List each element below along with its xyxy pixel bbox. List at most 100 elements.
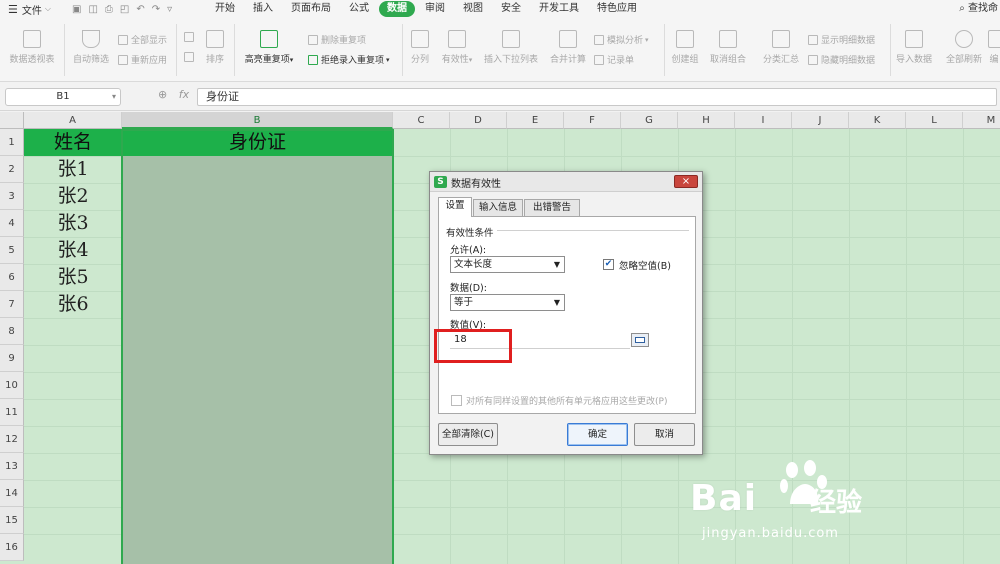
close-button[interactable]: × (674, 175, 698, 188)
sort-descending-button[interactable] (184, 52, 197, 62)
row-header-2[interactable]: 2 (0, 156, 24, 183)
row-header-5[interactable]: 5 (0, 237, 24, 264)
ignore-blank-checkbox[interactable]: ✔ (603, 259, 614, 270)
row-header-4[interactable]: 4 (0, 210, 24, 237)
what-if-analysis-label: 模拟分析 (607, 36, 644, 46)
zoom-icon[interactable]: ⊕ (158, 88, 167, 101)
cell-a5[interactable]: 张4 (24, 237, 122, 264)
fx-icon[interactable]: fx (179, 88, 189, 101)
ok-button[interactable]: 确定 (567, 423, 628, 446)
remove-duplicates-button[interactable]: 删除重复项 (308, 33, 366, 46)
column-header-e[interactable]: E (507, 112, 564, 129)
formula-input[interactable]: 身份证 (197, 88, 997, 106)
tab-input-message[interactable]: 输入信息 (473, 199, 523, 216)
column-header-i[interactable]: I (735, 112, 792, 129)
row-header-12[interactable]: 12 (0, 426, 24, 453)
row-header-3[interactable]: 3 (0, 183, 24, 210)
reapply-button[interactable]: 重新应用 (118, 53, 167, 66)
tab-formulas[interactable]: 公式 (341, 1, 377, 17)
consolidate-button[interactable]: 合并计算 (548, 30, 588, 65)
range-select-button[interactable] (631, 333, 649, 347)
name-box[interactable]: B1 ▾ (5, 88, 121, 106)
subtotal-button[interactable]: 分类汇总 (760, 30, 802, 65)
tab-security[interactable]: 安全 (493, 1, 529, 17)
insert-dropdown-list-button[interactable]: 插入下拉列表 (482, 30, 540, 65)
column-header-m[interactable]: M (963, 112, 1000, 129)
record-sheet-button[interactable]: 记录单 (594, 53, 634, 66)
data-operator-select[interactable]: 等于 ▼ (450, 294, 565, 311)
reject-duplicates-button[interactable]: 拒绝录入重复项 ▾ (308, 53, 390, 66)
row-header-10[interactable]: 10 (0, 372, 24, 399)
clear-all-button[interactable]: 全部清除(C) (438, 423, 498, 446)
refresh-all-button[interactable]: 全部刷新 (940, 30, 988, 65)
tab-home[interactable]: 开始 (207, 1, 243, 17)
dialog-titlebar[interactable]: S 数据有效性 × (430, 172, 702, 192)
tab-developer[interactable]: 开发工具 (531, 1, 587, 17)
tab-page-layout[interactable]: 页面布局 (283, 1, 339, 17)
row-header-16[interactable]: 16 (0, 534, 24, 561)
select-all-corner[interactable] (0, 112, 24, 129)
pivot-table-button[interactable]: 数据透视表 (6, 30, 58, 65)
edit-links-button[interactable]: 编 (988, 30, 1000, 65)
row-header-1[interactable]: 1 (0, 129, 24, 156)
tab-review[interactable]: 审阅 (417, 1, 453, 17)
tab-error-alert[interactable]: 出错警告 (524, 199, 580, 216)
cell-a6[interactable]: 张5 (24, 264, 122, 291)
tab-insert[interactable]: 插入 (245, 1, 281, 17)
what-if-analysis-button[interactable]: 模拟分析 ▾ (594, 33, 649, 46)
export-pdf-icon[interactable]: ◫ (88, 4, 97, 15)
autofilter-button[interactable]: 自动筛选 (70, 30, 112, 65)
apply-all-checkbox[interactable] (451, 395, 462, 406)
print-icon[interactable]: ⎙ (105, 4, 113, 15)
row-header-15[interactable]: 15 (0, 507, 24, 534)
create-group-button[interactable]: 创建组 (668, 30, 702, 65)
row-header-14[interactable]: 14 (0, 480, 24, 507)
customize-icon[interactable]: ▿ (167, 4, 172, 15)
row-header-9[interactable]: 9 (0, 345, 24, 372)
hide-detail-button[interactable]: 隐藏明细数据 (808, 53, 875, 66)
cancel-button[interactable]: 取消 (634, 423, 695, 446)
cell-a2[interactable]: 张1 (24, 156, 122, 183)
redo-icon[interactable]: ↷ (152, 4, 160, 15)
column-header-k[interactable]: K (849, 112, 906, 129)
print-preview-icon[interactable]: ◰ (120, 4, 129, 15)
tab-data[interactable]: 数据 (379, 1, 415, 17)
allow-select[interactable]: 文本长度 ▼ (450, 256, 565, 273)
row-header-6[interactable]: 6 (0, 264, 24, 291)
split-column-button[interactable]: 分列 (408, 30, 432, 65)
column-header-h[interactable]: H (678, 112, 735, 129)
undo-icon[interactable]: ↶ (136, 4, 144, 15)
subtotal-label: 分类汇总 (762, 55, 799, 65)
search-command[interactable]: ⌕ 查找命 (957, 0, 1000, 18)
cell-a7[interactable]: 张6 (24, 291, 122, 318)
column-header-l[interactable]: L (906, 112, 963, 129)
sort-button[interactable]: 排序 (202, 30, 228, 65)
row-header-8[interactable]: 8 (0, 318, 24, 345)
save-icon[interactable]: ▣ (72, 4, 81, 15)
column-header-j[interactable]: J (792, 112, 849, 129)
sort-ascending-button[interactable] (184, 32, 197, 42)
column-header-b[interactable]: B (122, 112, 393, 129)
column-header-d[interactable]: D (450, 112, 507, 129)
column-header-f[interactable]: F (564, 112, 621, 129)
ungroup-button[interactable]: 取消组合 (706, 30, 750, 65)
highlight-duplicates-button[interactable]: 高亮重复项▾ (240, 30, 298, 65)
column-header-g[interactable]: G (621, 112, 678, 129)
tab-settings[interactable]: 设置 (438, 197, 472, 217)
import-data-button[interactable]: 导入数据 (894, 30, 934, 65)
row-header-7[interactable]: 7 (0, 291, 24, 318)
cell-a4[interactable]: 张3 (24, 210, 122, 237)
column-header-a[interactable]: A (24, 112, 122, 129)
row-header-11[interactable]: 11 (0, 399, 24, 426)
show-all-button[interactable]: 全部显示 (118, 33, 167, 46)
import-data-label: 导入数据 (895, 55, 932, 65)
column-header-c[interactable]: C (393, 112, 450, 129)
cell-a1[interactable]: 姓名 (24, 129, 122, 156)
tab-special[interactable]: 特色应用 (589, 1, 645, 17)
validity-button[interactable]: 有效性▾ (440, 30, 474, 65)
file-menu[interactable]: ☰ 文件 ⌵ (0, 2, 70, 17)
cell-a3[interactable]: 张2 (24, 183, 122, 210)
show-detail-button[interactable]: 显示明细数据 (808, 33, 875, 46)
tab-view[interactable]: 视图 (455, 1, 491, 17)
row-header-13[interactable]: 13 (0, 453, 24, 480)
